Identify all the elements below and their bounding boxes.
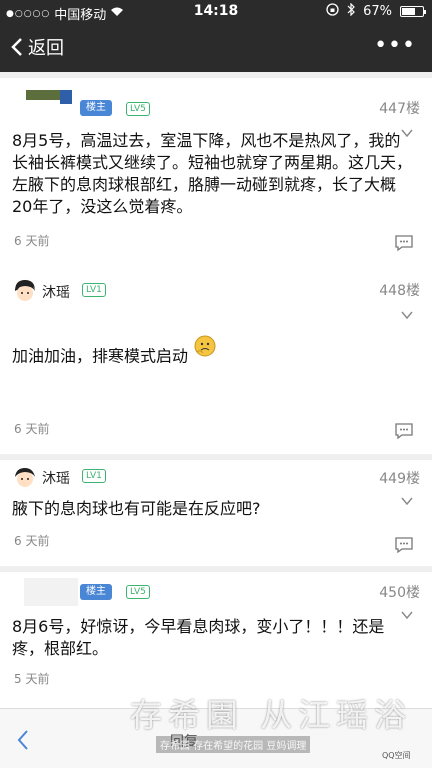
status-bar: ●○○○○ 中国移动 14:18 67% [0,0,432,24]
level-badge: LV1 [82,283,106,297]
post-content: 腋下的息肉球也有可能是在反应吧? [12,499,261,518]
post-content: 8月5号，高温过去，室温下降，风也不是热风了，我的长袖长裤模式又继续了。短袖也就… [12,131,413,216]
level-badge: LV5 [126,102,150,116]
post-time: 6 天前 [14,234,50,248]
avatar [12,464,38,490]
back-arrow-icon[interactable] [16,729,30,751]
battery-icon [400,6,426,17]
avatar [12,278,38,304]
watermark-main: 存希園 从江瑶浴 [130,696,413,734]
rotation-lock-icon [326,3,339,20]
chevron-left-icon [11,38,22,56]
username[interactable]: 沐瑶 [42,282,70,302]
level-badge: LV1 [82,469,106,483]
comment-icon[interactable] [394,422,414,440]
post-time: 6 天前 [14,422,50,436]
bluetooth-icon [347,2,355,20]
chevron-down-icon[interactable] [400,308,414,322]
post-449: 沐瑶 LV1 449楼 腋下的息肉球也有可能是在反应吧? 6 天前 [0,460,432,566]
watermark-corner: QQ空间 [382,751,411,760]
floor-number: 447楼 [379,101,420,117]
post-450: 楼主 LV5 450楼 8月6号，好惊讶，今早看息肉球，变小了！！！还是疼，根部… [0,572,432,708]
level-badge: LV5 [126,585,150,599]
comment-icon[interactable] [394,234,414,252]
avatar-fragment [60,90,72,104]
back-label: 返回 [28,38,64,59]
status-icons: 67% [326,2,426,20]
floor-number: 450楼 [379,585,420,601]
post-content: 8月6号，好惊讶，今早看息肉球，变小了！！！还是疼，根部红。 [12,617,385,658]
post-time: 5 天前 [14,672,50,686]
watermark-sub: 存希园 存在希望的花园 豆妈调理 [156,736,311,753]
battery-percent: 67% [363,4,392,19]
thinking-emoji-icon [193,334,217,364]
floor-number: 448楼 [379,283,420,299]
avatar [24,578,78,606]
comment-icon[interactable] [394,536,414,554]
more-button[interactable]: ••• [374,35,416,57]
floor-number: 449楼 [379,471,420,487]
post-text: 加油加油，排寒模式启动 [12,346,189,366]
post-448: 沐瑶 LV1 448楼 加油加油，排寒模式启动 6 天前 [0,266,432,454]
post-content: 加油加油，排寒模式启动 [12,335,416,372]
post-time: 6 天前 [14,534,50,548]
back-button[interactable]: 返回 [10,34,64,60]
host-badge: 楼主 [80,584,112,600]
nav-bar: 返回 ••• [0,24,432,72]
username[interactable]: 沐瑶 [42,468,70,488]
post-447: 楼主 LV5 447楼 8月5号，高温过去，室温下降，风也不是热风了，我的长袖长… [0,78,432,266]
host-badge: 楼主 [80,100,112,116]
